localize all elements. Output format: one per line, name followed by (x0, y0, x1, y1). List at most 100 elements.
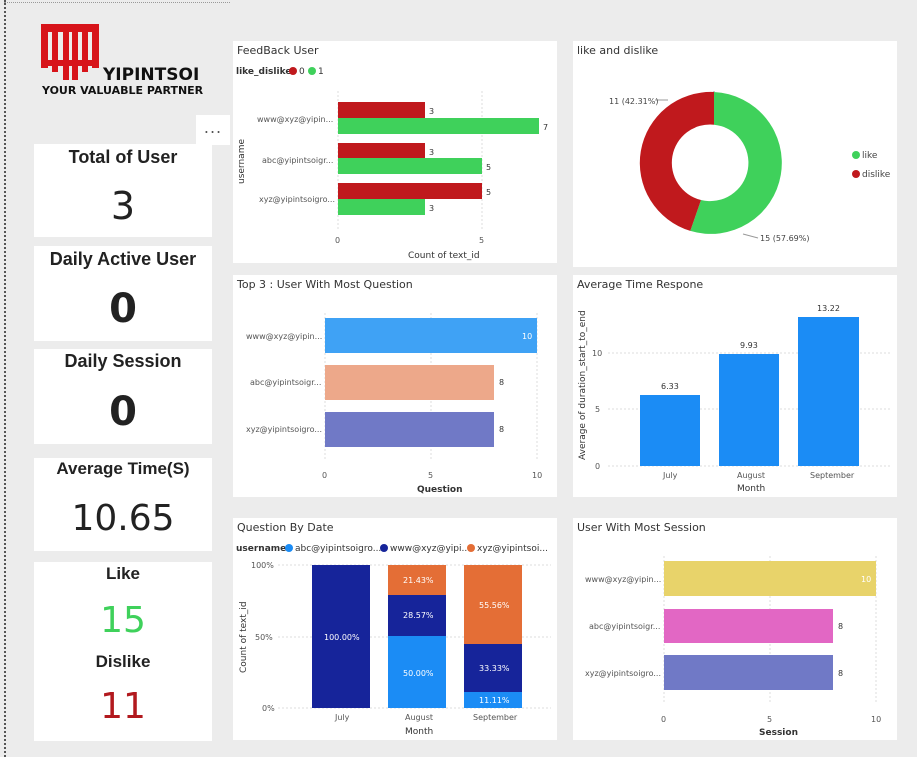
x-axis-label: Month (405, 727, 433, 737)
legend-label-dislike: dislike (862, 170, 891, 180)
bar-like[interactable] (338, 158, 482, 174)
logo-mark: YIPINTSOI YOUR VALUABLE PARTNER (41, 24, 204, 97)
y-tick: 0 (595, 462, 600, 471)
feedback-user-chart[interactable]: FeedBack User like_dislike 0 1 username … (233, 41, 557, 263)
bar[interactable] (325, 412, 494, 447)
x-tick: September (473, 713, 518, 722)
y-tick: 0% (262, 704, 275, 713)
top3-questions-chart[interactable]: Top 3 : User With Most Question www@xyz@… (233, 275, 557, 497)
y-axis-label: Count of text_id (239, 601, 249, 673)
leader-line (742, 233, 759, 239)
y-tick: 50% (255, 633, 273, 642)
y-tick: 5 (595, 405, 600, 414)
bar-like[interactable] (338, 118, 539, 134)
x-tick: 0 (661, 715, 666, 724)
y-axis-label: Average of duration_start_to_end (578, 310, 588, 460)
legend-label: xyz@yipintsoi... (477, 544, 548, 554)
question-by-date-chart[interactable]: Question By Date username abc@yipintsoig… (233, 518, 557, 740)
x-tick: 10 (871, 715, 881, 724)
kpi-title: Total of User (68, 147, 178, 167)
bar[interactable] (664, 609, 833, 643)
x-tick: August (405, 713, 433, 722)
legend-title: username (236, 544, 286, 554)
slice-label-dislike: 11 (42.31%) (609, 97, 658, 106)
bar[interactable] (664, 655, 833, 690)
kpi-value: 10.65 (71, 498, 175, 539)
kpi-like-value: 15 (100, 600, 146, 641)
y-tick: 10 (592, 349, 602, 358)
like-dislike-donut-chart[interactable]: like and dislike 11 (42.31%) 15 (57.69%)… (573, 41, 897, 267)
category-label: www@xyz@yipin... (246, 332, 322, 341)
kpi-like-dislike: Like 15 Dislike 11 (34, 562, 212, 741)
category-label: xyz@yipintsoigro... (585, 669, 661, 678)
x-tick: July (334, 713, 350, 722)
kpi-like-title: Like (105, 564, 141, 583)
category-label: abc@yipintsoigr... (262, 156, 333, 165)
kpi-dislike-title: Dislike (95, 652, 151, 671)
data-label: 10 (522, 332, 532, 341)
bar-like[interactable] (338, 199, 425, 215)
data-label: 9.93 (740, 341, 758, 350)
x-axis-label: Month (737, 484, 765, 494)
logo-block: YIPINTSOI YOUR VALUABLE PARTNER (8, 4, 230, 114)
avg-time-response-chart[interactable]: Average Time Respone 0 5 10 Average of d… (573, 275, 897, 497)
dashboard-frame-border (4, 0, 6, 757)
category-label: abc@yipintsoigr... (589, 622, 660, 631)
data-label: 10 (861, 575, 871, 584)
more-options-button[interactable]: ... (196, 115, 230, 145)
legend-label-0: 0 (299, 67, 305, 77)
kpi-value: 3 (110, 184, 136, 228)
legend-dot (380, 544, 388, 552)
data-label: 5 (486, 188, 491, 197)
bar[interactable] (325, 318, 537, 353)
data-label: 8 (838, 622, 843, 631)
kpi-title: Daily Session (64, 351, 182, 371)
most-session-chart[interactable]: User With Most Session www@xyz@yipin... … (573, 518, 897, 740)
legend-label: www@xyz@yipi... (390, 544, 470, 554)
legend-dot (285, 544, 293, 552)
kpi-dislike-value: 11 (100, 686, 146, 727)
y-tick: 100% (251, 561, 274, 570)
x-tick: 5 (428, 471, 433, 480)
data-label: 3 (429, 148, 434, 157)
x-tick: September (810, 471, 855, 480)
x-tick: 0 (335, 236, 340, 245)
legend-dot-1 (308, 67, 316, 75)
legend-dot (467, 544, 475, 552)
kpi-total-user: Total of User 3 (34, 144, 212, 237)
logo-tagline: YOUR VALUABLE PARTNER (41, 84, 204, 97)
data-label: 33.33% (479, 664, 510, 673)
dashboard-frame-top (4, 2, 230, 3)
data-label: 21.43% (403, 576, 434, 585)
kpi-average-time: Average Time(S) 10.65 (34, 458, 212, 551)
bar[interactable] (719, 354, 779, 466)
bar-dislike[interactable] (338, 183, 482, 199)
data-label: 5 (486, 163, 491, 172)
bar[interactable] (325, 365, 494, 400)
bar-dislike[interactable] (338, 102, 425, 118)
bar-dislike[interactable] (338, 143, 425, 158)
data-label: 8 (499, 378, 504, 387)
bar[interactable] (664, 561, 876, 596)
kpi-title: Daily Active User (49, 249, 197, 269)
legend-dot-like (852, 151, 860, 159)
bar[interactable] (640, 395, 700, 466)
category-label: www@xyz@yipin... (585, 575, 661, 584)
data-label: 28.57% (403, 611, 434, 620)
legend-label-1: 1 (318, 67, 324, 77)
data-label: 11.11% (479, 696, 510, 705)
logo-name: YIPINTSOI (102, 65, 199, 85)
x-axis-label: Count of text_id (408, 251, 480, 261)
data-label: 100.00% (324, 633, 360, 642)
x-tick: 10 (532, 471, 542, 480)
data-label: 8 (838, 669, 843, 678)
x-tick: 0 (322, 471, 327, 480)
x-tick: 5 (479, 236, 484, 245)
bar[interactable] (798, 317, 859, 466)
category-label: xyz@yipintsoigro... (259, 195, 335, 204)
kpi-title: Average Time(S) (56, 459, 190, 478)
legend-dot-dislike (852, 170, 860, 178)
legend-label-like: like (862, 151, 878, 161)
kpi-daily-active-user: Daily Active User 0 (34, 246, 212, 341)
data-label: 13.22 (817, 304, 840, 313)
